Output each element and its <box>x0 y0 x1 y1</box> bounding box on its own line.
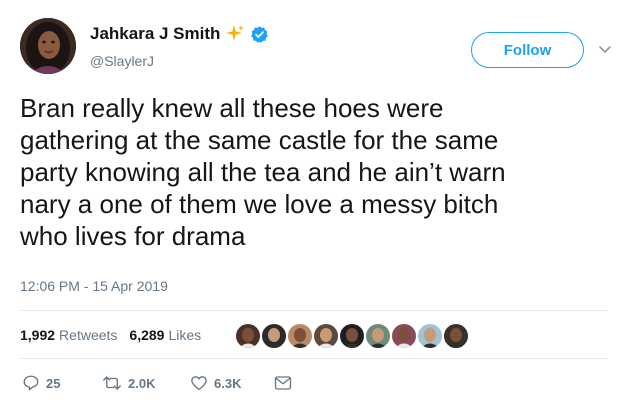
retweets-count: 1,992 <box>20 327 56 343</box>
heart-icon <box>191 376 207 391</box>
chevron-down-icon[interactable] <box>596 42 614 58</box>
tweet-card: Jahkara J Smith @SlaylerJ Follow Bran re… <box>0 0 624 416</box>
divider <box>20 310 608 311</box>
retweet-icon <box>103 376 121 390</box>
retweets-label: Retweets <box>59 327 118 343</box>
liker-avatars <box>234 322 470 350</box>
sparkles-icon <box>225 24 245 44</box>
like-count: 6.3K <box>214 375 242 391</box>
author-handle[interactable]: @SlaylerJ <box>90 53 154 69</box>
reply-icon <box>23 375 39 391</box>
retweet-count: 2.0K <box>128 375 156 391</box>
author-avatar[interactable] <box>20 18 76 74</box>
liker-avatar[interactable] <box>286 322 314 350</box>
tweet-text: Bran really knew all these hoes were gat… <box>20 93 506 251</box>
liker-avatar[interactable] <box>338 322 366 350</box>
liker-avatar[interactable] <box>390 322 418 350</box>
verified-badge-icon <box>250 25 269 44</box>
divider <box>20 358 608 359</box>
liker-avatar[interactable] <box>260 322 288 350</box>
liker-avatar[interactable] <box>364 322 392 350</box>
reply-button[interactable]: 25 <box>22 374 102 392</box>
retweets-stat[interactable]: 1,992 Retweets <box>20 327 117 343</box>
liker-avatar[interactable] <box>234 322 262 350</box>
likes-count: 6,289 <box>129 327 165 343</box>
retweet-button[interactable]: 2.0K <box>102 374 190 392</box>
reply-count: 25 <box>46 375 61 391</box>
direct-message-button[interactable] <box>274 375 292 391</box>
tweet-stats: 1,992 Retweets 6,289 Likes <box>20 327 213 343</box>
like-button[interactable]: 6.3K <box>190 374 274 392</box>
author-display-name[interactable]: Jahkara J Smith <box>90 24 220 44</box>
likes-stat[interactable]: 6,289 Likes <box>129 327 201 343</box>
liker-avatar[interactable] <box>416 322 444 350</box>
follow-button[interactable]: Follow <box>471 32 584 68</box>
author-name-row: Jahkara J Smith <box>90 24 269 44</box>
tweet-timestamp[interactable]: 12:06 PM - 15 Apr 2019 <box>20 278 168 294</box>
tweet-actions: 25 2.0K 6.3K <box>22 374 292 392</box>
liker-avatar[interactable] <box>312 322 340 350</box>
likes-label: Likes <box>168 327 202 343</box>
envelope-icon <box>274 376 292 390</box>
liker-avatar[interactable] <box>442 322 470 350</box>
